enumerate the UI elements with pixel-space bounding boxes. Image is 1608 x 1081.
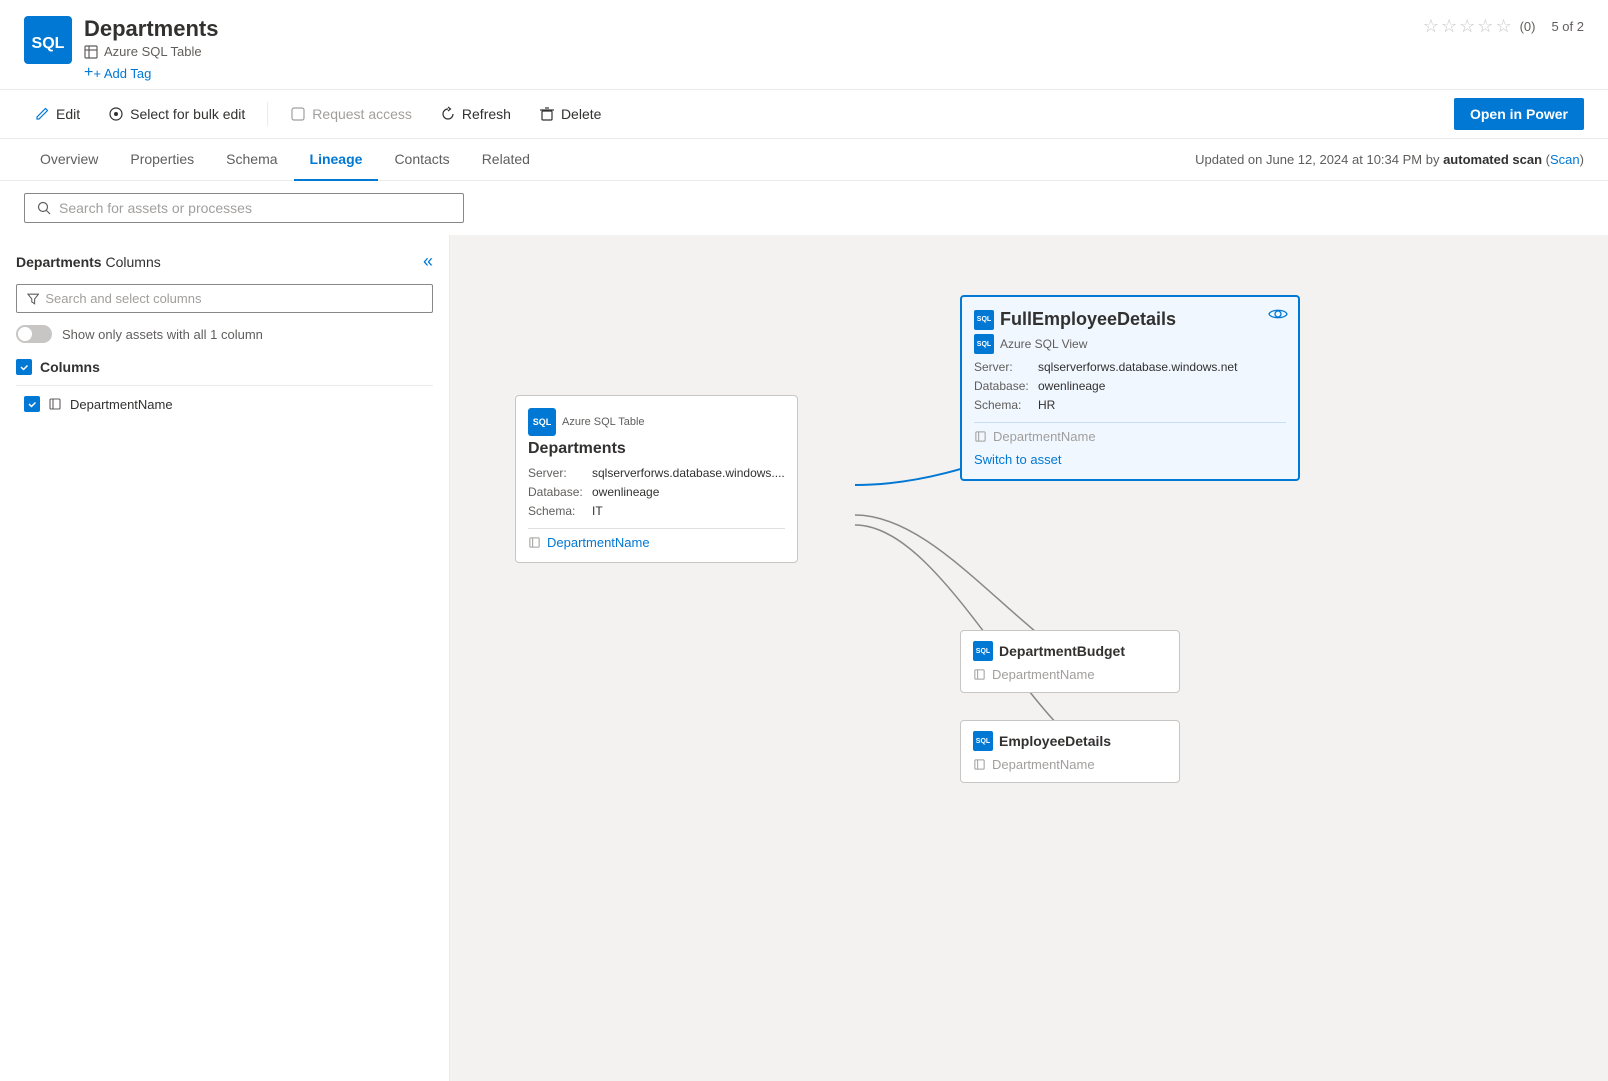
full-divider — [974, 422, 1286, 423]
select-bulk-icon — [108, 106, 124, 122]
main-layout: Departments Columns « Show only assets w… — [0, 235, 1608, 1081]
target-node-fullemployee: SQL FullEmployeeDetails SQL Azure SQL Vi… — [960, 295, 1300, 481]
source-node-departments: SQL Azure SQL Table Departments Server:s… — [515, 395, 798, 563]
refresh-icon — [440, 106, 456, 122]
separator — [267, 102, 268, 126]
updated-info: Updated on June 12, 2024 at 10:34 PM by … — [1195, 152, 1584, 167]
node-divider — [528, 528, 785, 529]
target-node-deptbudget: SQL DepartmentBudget DepartmentName — [960, 630, 1180, 693]
delete-icon — [539, 106, 555, 122]
refresh-button[interactable]: Refresh — [430, 100, 521, 128]
sql-icon-sm: SQL — [974, 310, 994, 330]
tab-overview[interactable]: Overview — [24, 139, 114, 181]
toggle-label: Show only assets with all 1 column — [62, 327, 263, 342]
select-bulk-button[interactable]: Select for bulk edit — [98, 100, 255, 128]
toggle-row: Show only assets with all 1 column — [16, 325, 433, 343]
emp-details-title: SQL EmployeeDetails — [973, 731, 1167, 751]
search-icon — [37, 201, 51, 215]
left-panel: Departments Columns « Show only assets w… — [0, 235, 450, 1081]
full-emp-title: FullEmployeeDetails — [1000, 309, 1176, 330]
column-search — [16, 284, 433, 313]
filter-icon — [27, 292, 39, 305]
column-field-icon — [48, 397, 62, 411]
toggle-thumb — [18, 327, 32, 341]
nav-position: 5 of 2 — [1551, 19, 1584, 34]
sql-badge-sm2: SQL — [974, 334, 994, 354]
page-header: SQL Departments Azure SQL Table + + Add … — [0, 0, 1608, 90]
search-container — [0, 181, 1608, 235]
col-name-label: DepartmentName — [70, 397, 173, 412]
rating-count: (0) — [1520, 19, 1536, 34]
sql-badge-emp: SQL — [973, 731, 993, 751]
search-bar — [24, 193, 464, 223]
emp-details-field: DepartmentName — [973, 757, 1167, 772]
add-tag-button[interactable]: + + Add Tag — [84, 65, 1423, 81]
sql-badge-budget: SQL — [973, 641, 993, 661]
tab-properties[interactable]: Properties — [114, 139, 210, 181]
dept-name-checkbox[interactable] — [24, 396, 40, 412]
scan-link[interactable]: Scan — [1550, 152, 1580, 167]
lineage-canvas: SQL Azure SQL Table Departments Server:s… — [450, 235, 1608, 1081]
field-icon — [528, 536, 541, 549]
node-props: Server:sqlserverforws.database.windows..… — [528, 464, 785, 522]
search-input[interactable] — [59, 200, 451, 216]
field-icon-2 — [974, 430, 987, 443]
toolbar: Edit Select for bulk edit Request access… — [0, 90, 1608, 139]
delete-button[interactable]: Delete — [529, 100, 611, 128]
star-rating[interactable]: ☆ ☆ ☆ ☆ ☆ — [1423, 16, 1512, 37]
tab-related[interactable]: Related — [466, 139, 546, 181]
edit-button[interactable]: Edit — [24, 100, 90, 128]
asset-info: Departments Azure SQL Table + + Add Tag — [84, 16, 1423, 81]
check-icon — [19, 362, 29, 372]
sql-icon: SQL — [528, 408, 556, 436]
panel-collapse-button[interactable]: « — [423, 251, 433, 272]
asset-subtitle: Azure SQL Table — [84, 44, 1423, 59]
open-power-button[interactable]: Open in Power — [1454, 98, 1584, 130]
panel-header: Departments Columns « — [16, 251, 433, 272]
column-search-input[interactable] — [45, 291, 422, 306]
node-header-full: SQL FullEmployeeDetails — [974, 309, 1286, 330]
full-type-row: SQL Azure SQL View — [974, 334, 1286, 354]
asset-title: Departments — [84, 16, 1423, 42]
tab-schema[interactable]: Schema — [210, 139, 293, 181]
target-node-empdetails: SQL EmployeeDetails DepartmentName — [960, 720, 1180, 783]
panel-title: Departments Columns — [16, 254, 161, 270]
divider — [16, 385, 433, 386]
asset-icon: SQL — [24, 16, 72, 64]
header-right: ☆ ☆ ☆ ☆ ☆ (0) 5 of 2 — [1423, 16, 1584, 37]
edit-icon — [34, 106, 50, 122]
field-icon-4 — [973, 758, 986, 771]
request-access-icon — [290, 106, 306, 122]
node-type: Azure SQL Table — [562, 416, 645, 428]
request-access-button[interactable]: Request access — [280, 100, 422, 128]
columns-checkbox[interactable] — [16, 359, 32, 375]
source-field: DepartmentName — [528, 535, 785, 550]
node-title: Departments — [528, 440, 785, 458]
check-icon-2 — [27, 399, 37, 409]
tab-lineage[interactable]: Lineage — [294, 139, 379, 181]
dept-budget-field: DepartmentName — [973, 667, 1167, 682]
toggle-switch[interactable] — [16, 325, 52, 343]
full-emp-props: Server:sqlserverforws.database.windows.n… — [974, 358, 1286, 416]
column-group-columns: Columns DepartmentName — [16, 355, 433, 416]
svg-text:SQL: SQL — [32, 35, 65, 52]
tab-contacts[interactable]: Contacts — [378, 139, 465, 181]
switch-to-asset-link[interactable]: Switch to asset — [974, 452, 1286, 467]
dept-budget-title: SQL DepartmentBudget — [973, 641, 1167, 661]
node-eye-icon — [1268, 307, 1288, 324]
nav-tabs: Overview Properties Schema Lineage Conta… — [0, 139, 1608, 181]
full-emp-field: DepartmentName — [974, 429, 1286, 444]
column-item-departmentname: DepartmentName — [16, 392, 433, 416]
column-group-header: Columns — [16, 355, 433, 379]
field-icon-3 — [973, 668, 986, 681]
node-header: SQL Azure SQL Table — [528, 408, 785, 436]
